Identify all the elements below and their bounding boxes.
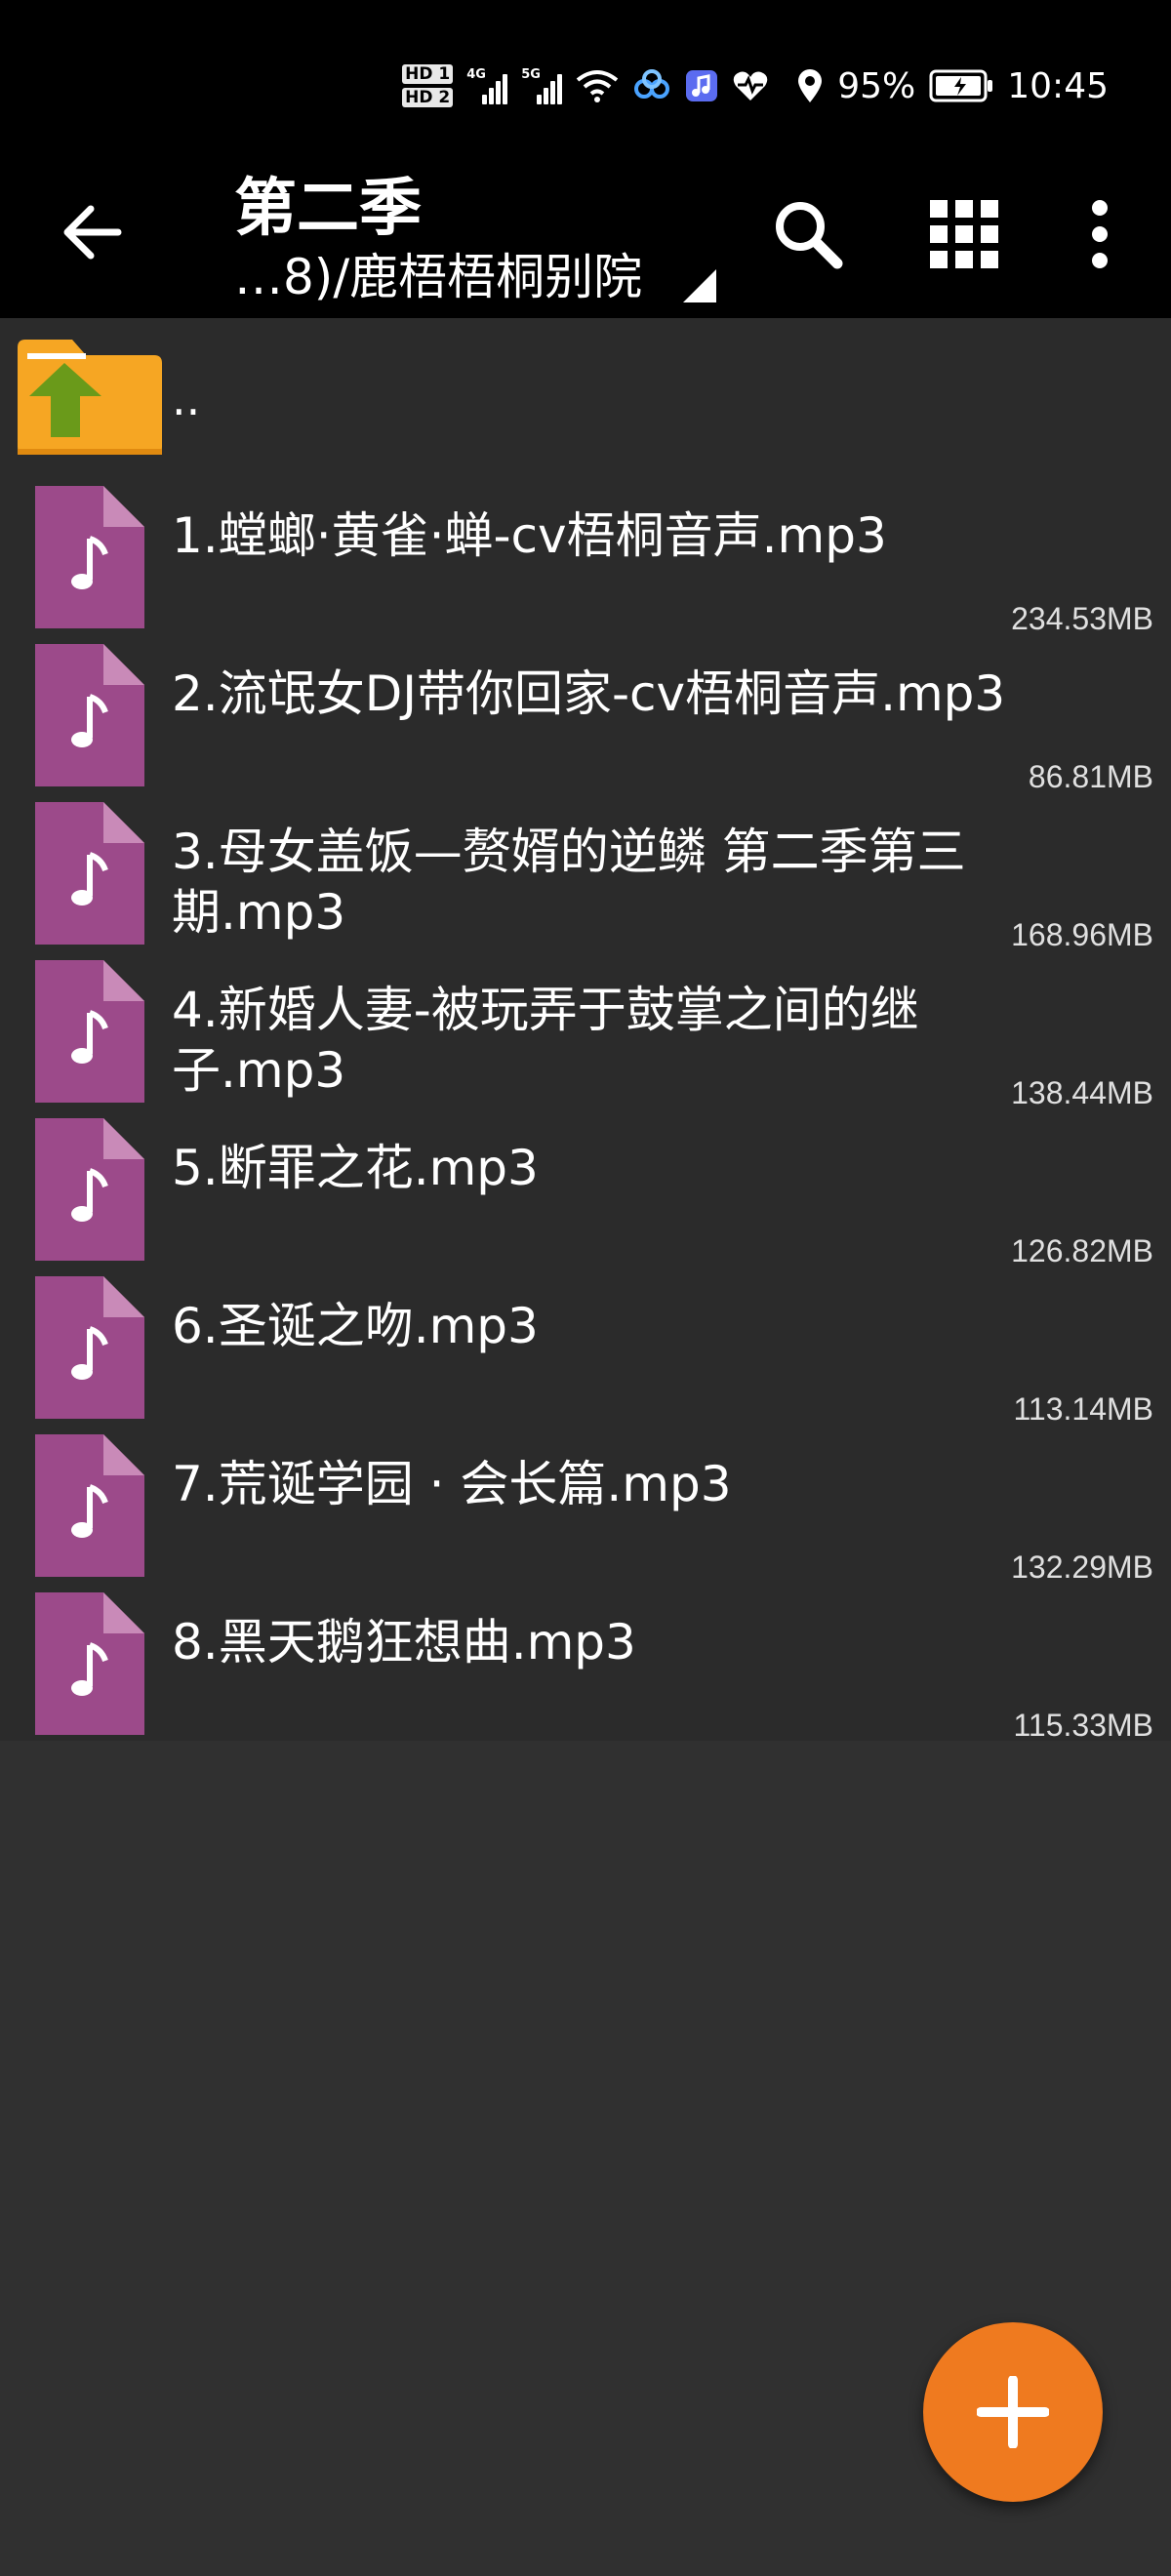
folder-title: 第二季	[234, 173, 422, 245]
file-name: 2.流氓女DJ带你回家-cv梧桐音声.mp3	[172, 665, 1006, 722]
file-name: 8.黑天鹅狂想曲.mp3	[172, 1614, 636, 1670]
file-name: 6.圣诞之吻.mp3	[172, 1298, 539, 1354]
status-icons: HD 1 HD 2 4G 5G 95% 10:45	[402, 57, 1109, 115]
net1-label: 4G	[466, 67, 486, 82]
search-button[interactable]	[771, 195, 845, 273]
file-name: 1.螳螂·黄雀·蝉-cv梧桐音声.mp3	[172, 507, 887, 564]
search-icon	[776, 202, 843, 269]
battery-percent: 95%	[837, 65, 916, 106]
clock: 10:45	[1007, 65, 1109, 106]
audio-file-icon	[35, 1434, 144, 1577]
file-row[interactable]: 3.母女盖饭—赘婿的逆鳞 第二季第三期.mp3 168.96MB	[0, 792, 1171, 952]
file-row[interactable]: 6.圣诞之吻.mp3 113.14MB	[0, 1267, 1171, 1427]
app-toolbar: 第二季 …8)/鹿梧梧桐别院	[0, 156, 1171, 318]
more-vert-icon	[1092, 200, 1108, 268]
file-size: 138.44MB	[1011, 1075, 1153, 1110]
wifi-icon	[576, 68, 619, 103]
file-size: 234.53MB	[1011, 601, 1153, 636]
file-row[interactable]: 2.流氓女DJ带你回家-cv梧桐音声.mp3 86.81MB	[0, 634, 1171, 794]
grid-view-button[interactable]	[927, 195, 1001, 273]
file-list: .. 1.螳螂·黄雀·蝉-cv梧桐音声.mp3 234.53MB 2.流氓女DJ…	[0, 318, 1171, 1743]
status-bar: HD 1 HD 2 4G 5G 95% 10:45	[0, 0, 1171, 156]
link-app-icon	[632, 69, 671, 102]
file-row[interactable]: 4.新婚人妻-被玩弄于鼓掌之间的继子.mp3 138.44MB	[0, 950, 1171, 1110]
hd2-badge: HD 2	[402, 88, 454, 107]
audio-file-icon	[35, 644, 144, 786]
plus-icon	[977, 2376, 1049, 2448]
hd-indicators: HD 1 HD 2	[402, 64, 454, 107]
file-row[interactable]: 7.荒诞学园 · 会长篇.mp3 132.29MB	[0, 1425, 1171, 1585]
audio-file-icon	[35, 1276, 144, 1419]
file-name: 3.母女盖饭—赘婿的逆鳞 第二季第三期.mp3	[172, 824, 966, 941]
parent-folder-label: ..	[172, 373, 201, 425]
audio-file-icon	[35, 1592, 144, 1735]
audio-file-icon	[35, 486, 144, 628]
more-options-button[interactable]	[1070, 195, 1130, 273]
file-size: 168.96MB	[1011, 917, 1153, 952]
file-name: 7.荒诞学园 · 会长篇.mp3	[172, 1456, 732, 1512]
health-icon	[732, 69, 769, 102]
parent-folder-row[interactable]: ..	[0, 318, 1171, 464]
file-row[interactable]: 1.螳螂·黄雀·蝉-cv梧桐音声.mp3 234.53MB	[0, 476, 1171, 636]
back-button[interactable]	[55, 195, 129, 269]
audio-file-icon	[35, 1118, 144, 1261]
file-row[interactable]: 5.断罪之花.mp3 126.82MB	[0, 1108, 1171, 1268]
file-name: 4.新婚人妻-被玩弄于鼓掌之间的继子.mp3	[172, 982, 919, 1099]
audio-file-icon	[35, 802, 144, 945]
path-dropdown-icon[interactable]	[683, 269, 716, 302]
music-app-icon	[685, 69, 718, 102]
hd1-badge: HD 1	[402, 64, 454, 84]
file-size: 132.29MB	[1011, 1550, 1153, 1585]
folder-up-icon	[18, 340, 162, 455]
file-size: 115.33MB	[1013, 1708, 1154, 1743]
location-icon	[796, 68, 824, 103]
file-size: 113.14MB	[1013, 1391, 1154, 1427]
battery-icon	[929, 69, 993, 102]
file-size: 86.81MB	[1028, 759, 1153, 794]
grid-view-icon	[930, 200, 998, 268]
signal-5g-icon: 5G	[521, 67, 563, 104]
net2-label: 5G	[521, 67, 541, 82]
file-row[interactable]: 8.黑天鹅狂想曲.mp3 115.33MB	[0, 1583, 1171, 1743]
folder-path[interactable]: …8)/鹿梧梧桐别院	[234, 238, 642, 308]
file-size: 126.82MB	[1011, 1233, 1153, 1268]
audio-file-icon	[35, 960, 144, 1103]
file-name: 5.断罪之花.mp3	[172, 1140, 539, 1196]
add-button[interactable]	[923, 2322, 1103, 2502]
signal-4g-icon: 4G	[466, 67, 508, 104]
back-arrow-icon	[63, 205, 122, 260]
